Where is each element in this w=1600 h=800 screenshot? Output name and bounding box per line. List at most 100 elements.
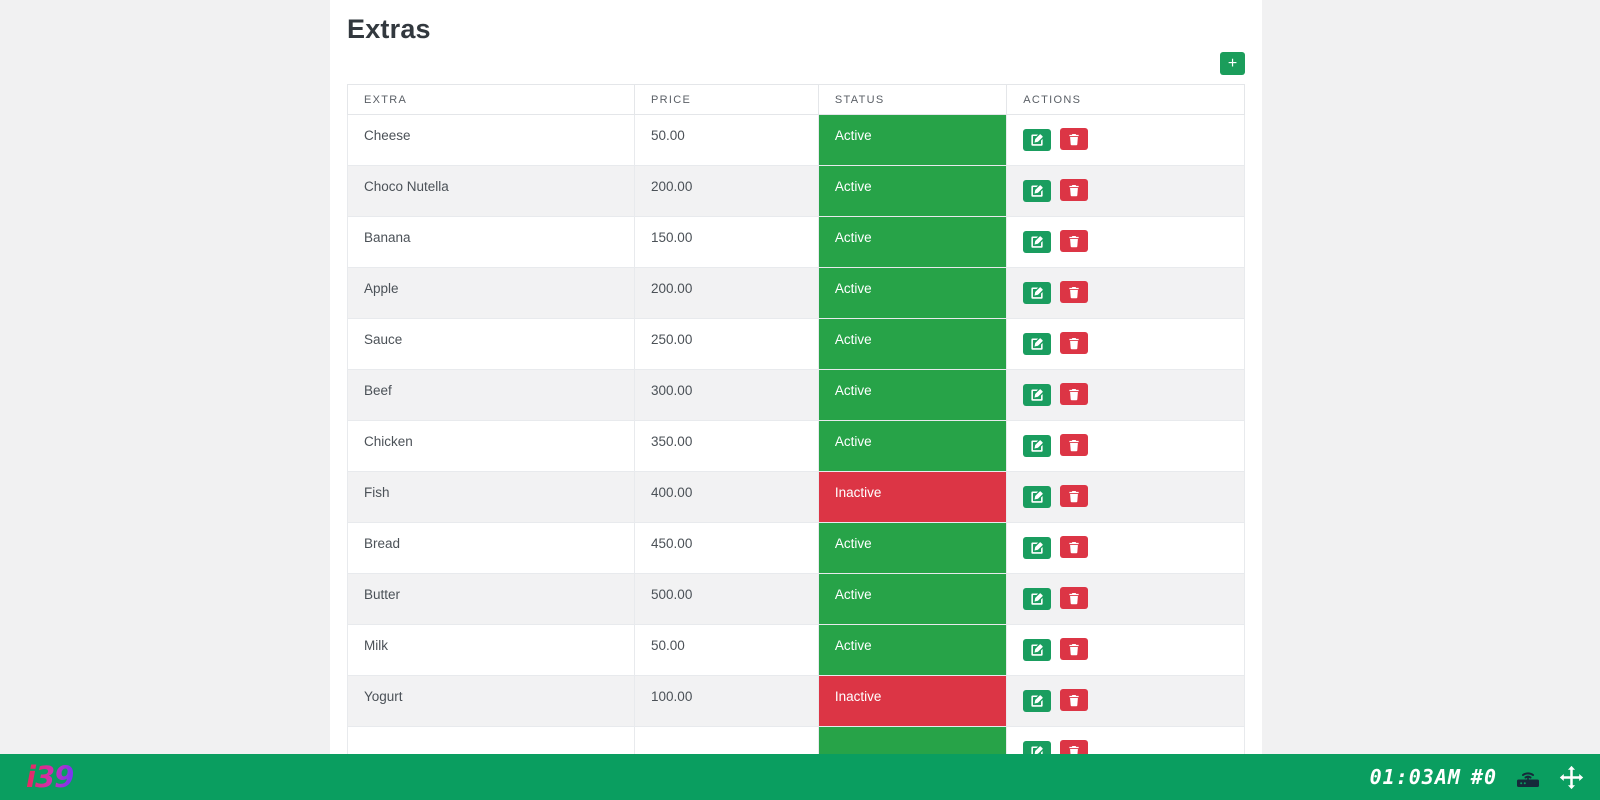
price-cell: 100.00: [634, 675, 819, 727]
status-cell: Inactive: [817, 471, 1008, 523]
app-logo[interactable]: i39: [26, 757, 74, 797]
add-extra-button[interactable]: +: [1220, 52, 1245, 75]
price-cell: [634, 726, 819, 755]
delete-button[interactable]: [1060, 638, 1089, 660]
edit-pencil-icon: [1031, 490, 1043, 503]
trash-icon: [1068, 694, 1080, 707]
edit-button[interactable]: [1023, 383, 1052, 406]
delete-button[interactable]: [1060, 383, 1089, 405]
table-row: Banana 150.00 Active: [346, 216, 1245, 268]
edit-button[interactable]: [1023, 332, 1052, 355]
table-row: Milk 50.00 Active: [346, 624, 1245, 676]
trash-icon: [1068, 337, 1080, 350]
price-cell: 300.00: [634, 369, 819, 421]
extra-cell: Choco Nutella: [346, 165, 636, 217]
trash-icon: [1068, 439, 1080, 452]
page-title: Extras: [347, 14, 431, 44]
move-icon[interactable]: [1559, 765, 1584, 790]
status-cell: Inactive: [817, 675, 1008, 727]
price-cell: 50.00: [634, 624, 819, 676]
status-badge: Active: [818, 268, 1007, 318]
plus-icon: +: [1227, 55, 1238, 72]
trash-icon: [1068, 133, 1080, 146]
status-cell: Active: [817, 522, 1008, 574]
actions-cell: [1006, 471, 1245, 523]
price-cell: 500.00: [634, 573, 819, 625]
extra-cell: Butter: [346, 573, 636, 625]
actions-cell: [1006, 624, 1245, 676]
extra-cell: [346, 726, 636, 755]
taskbar: i39 01:03AM #0: [0, 754, 1600, 800]
trash-icon: [1068, 184, 1080, 197]
table-row: Butter 500.00 Active: [346, 573, 1245, 625]
toolbar: +: [347, 52, 1245, 75]
delete-button[interactable]: [1060, 230, 1089, 252]
edit-button[interactable]: [1023, 128, 1052, 151]
status-cell: Active: [817, 165, 1008, 217]
extra-cell: Milk: [346, 624, 636, 676]
edit-pencil-icon: [1031, 541, 1043, 554]
edit-button[interactable]: [1023, 281, 1052, 304]
price-cell: 350.00: [634, 420, 819, 472]
edit-button[interactable]: [1023, 485, 1052, 508]
edit-button[interactable]: [1023, 638, 1052, 661]
status-cell: Active: [817, 216, 1008, 268]
extra-cell: Banana: [346, 216, 636, 268]
table-row: Cheese 50.00 Active: [346, 114, 1245, 166]
edit-button[interactable]: [1023, 587, 1052, 610]
edit-button[interactable]: [1023, 434, 1052, 457]
edit-button[interactable]: [1023, 689, 1052, 712]
trash-icon: [1068, 592, 1080, 605]
edit-button[interactable]: [1023, 179, 1052, 202]
price-cell: 400.00: [634, 471, 819, 523]
status-cell: Active: [817, 420, 1008, 472]
delete-button[interactable]: [1060, 128, 1089, 150]
table-row: Apple 200.00 Active: [346, 267, 1245, 319]
edit-button[interactable]: [1023, 740, 1052, 755]
status-badge: Active: [818, 166, 1007, 216]
trash-icon: [1068, 388, 1080, 401]
extra-cell: Yogurt: [346, 675, 636, 727]
trash-icon: [1068, 286, 1080, 299]
edit-button[interactable]: [1023, 230, 1052, 253]
edit-pencil-icon: [1031, 286, 1043, 299]
trash-icon: [1068, 490, 1080, 503]
trash-icon: [1068, 541, 1080, 554]
delete-button[interactable]: [1060, 536, 1089, 558]
delete-button[interactable]: [1060, 587, 1089, 609]
table-row: Chicken 350.00 Active: [346, 420, 1245, 472]
actions-cell: [1006, 420, 1245, 472]
delete-button[interactable]: [1060, 332, 1089, 354]
column-header-extra: EXTRA: [346, 84, 636, 115]
status-badge: [818, 727, 1007, 755]
status-cell: [817, 726, 1008, 755]
price-cell: 250.00: [634, 318, 819, 370]
status-badge: Inactive: [818, 472, 1007, 522]
status-cell: Active: [817, 267, 1008, 319]
status-cell: Active: [817, 624, 1008, 676]
column-header-actions: ACTIONS: [1006, 84, 1245, 115]
edit-pencil-icon: [1031, 184, 1043, 197]
delete-button[interactable]: [1060, 434, 1089, 456]
column-header-status: STATUS: [817, 84, 1008, 115]
extra-cell: Apple: [346, 267, 636, 319]
clock-counter: #0: [1470, 765, 1497, 789]
wifi-router-icon[interactable]: [1514, 766, 1542, 789]
delete-button[interactable]: [1060, 179, 1089, 201]
actions-cell: [1006, 369, 1245, 421]
delete-button[interactable]: [1060, 740, 1089, 755]
price-cell: 200.00: [634, 267, 819, 319]
delete-button[interactable]: [1060, 689, 1089, 711]
status-badge: Inactive: [818, 676, 1007, 726]
extra-cell: Fish: [346, 471, 636, 523]
table-row: Fish 400.00 Inactive: [346, 471, 1245, 523]
delete-button[interactable]: [1060, 485, 1089, 507]
edit-button[interactable]: [1023, 536, 1052, 559]
extras-table: EXTRA PRICE STATUS ACTIONS Cheese 50.00 …: [346, 84, 1245, 755]
price-cell: 50.00: [634, 114, 819, 166]
actions-cell: [1006, 318, 1245, 370]
table-row: Choco Nutella 200.00 Active: [346, 165, 1245, 217]
status-badge: Active: [818, 319, 1007, 369]
delete-button[interactable]: [1060, 281, 1089, 303]
edit-pencil-icon: [1031, 592, 1043, 605]
